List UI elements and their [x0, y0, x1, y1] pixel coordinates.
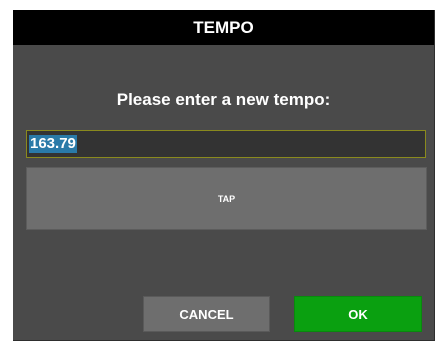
dialog-titlebar: TEMPO — [13, 10, 434, 45]
tempo-input-value: 163.79 — [29, 135, 77, 153]
tempo-prompt: Please enter a new tempo: — [116, 90, 331, 109]
tap-button[interactable]: TAP — [26, 167, 427, 230]
ok-button[interactable]: OK — [294, 296, 422, 332]
tempo-input[interactable]: 163.79 — [26, 130, 426, 158]
cancel-button[interactable]: CANCEL — [143, 296, 270, 332]
dialog-title: TEMPO — [193, 17, 254, 37]
tempo-dialog: TEMPO Please enter a new tempo: 163.79 T… — [13, 10, 435, 341]
